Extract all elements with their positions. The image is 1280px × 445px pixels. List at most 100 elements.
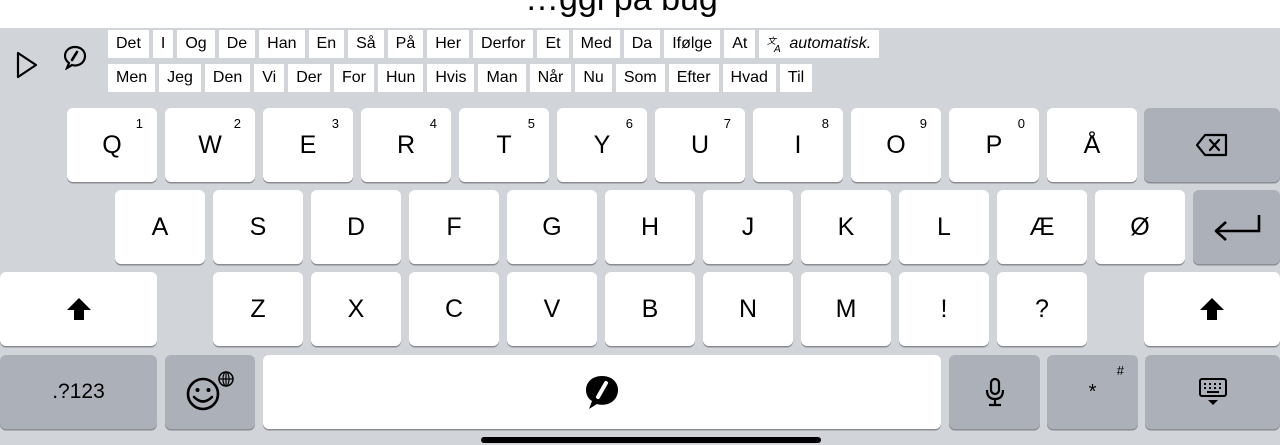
key-label: O	[886, 130, 906, 159]
keyboard-hide-icon	[1198, 377, 1228, 407]
key-k[interactable]: K	[801, 190, 891, 264]
key-m[interactable]: M	[801, 272, 891, 346]
key-n[interactable]: N	[703, 272, 793, 346]
prediction-chip[interactable]: Når	[529, 64, 572, 92]
key-o[interactable]: O9	[851, 108, 941, 182]
prediction-chip[interactable]: For	[334, 64, 374, 92]
emoji-globe-icon	[183, 370, 237, 414]
key-label: H	[640, 212, 660, 241]
shift-key-left[interactable]	[0, 272, 157, 346]
prediction-chip[interactable]: Med	[572, 30, 620, 58]
prediction-chip[interactable]: Da	[623, 30, 661, 58]
key-i[interactable]: I8	[753, 108, 843, 182]
prediction-chip[interactable]: Så	[348, 30, 384, 58]
prediction-chip[interactable]: Til	[779, 64, 813, 92]
backspace-key[interactable]	[1144, 108, 1280, 182]
key-b[interactable]: B	[605, 272, 695, 346]
prediction-chip[interactable]: Efter	[668, 64, 719, 92]
prediction-bar: Det I Og De Han En Så På Her Derfor Et Med Da Ifølge A…	[0, 28, 1280, 98]
prediction-chip[interactable]: Den	[204, 64, 251, 92]
prediction-chip[interactable]: Hun	[378, 64, 424, 92]
key-f[interactable]: F	[409, 190, 499, 264]
key-l[interactable]: L	[899, 190, 989, 264]
key-ø[interactable]: Ø	[1095, 190, 1185, 264]
prediction-chip[interactable]: Som	[615, 64, 665, 92]
prediction-chip[interactable]: Vi	[254, 64, 285, 92]
emoji-key[interactable]	[165, 355, 255, 429]
prediction-chip[interactable]: Der	[288, 64, 330, 92]
prediction-chip[interactable]: At	[724, 30, 756, 58]
key-v[interactable]: V	[507, 272, 597, 346]
numbers-key[interactable]: .?123	[0, 355, 157, 429]
key-s[interactable]: S	[213, 190, 303, 264]
microphone-key[interactable]	[949, 355, 1040, 429]
symbols-key[interactable]: * #	[1047, 355, 1138, 429]
prediction-chip[interactable]: De	[218, 30, 256, 58]
speech-bubble-icon[interactable]	[60, 42, 90, 72]
key-label: X	[347, 294, 365, 323]
key-y[interactable]: Y6	[557, 108, 647, 182]
key-d[interactable]: D	[311, 190, 401, 264]
key-t[interactable]: T5	[459, 108, 549, 182]
key-label: K	[837, 212, 855, 241]
key-secondary-label: 7	[723, 116, 731, 131]
prediction-chip[interactable]: Og	[177, 30, 215, 58]
key-q[interactable]: Q1	[67, 108, 157, 182]
key-r[interactable]: R4	[361, 108, 451, 182]
microphone-icon	[983, 377, 1007, 407]
prediction-chip[interactable]: I	[152, 30, 174, 58]
key-label: Q	[102, 130, 122, 159]
prediction-chip[interactable]: Her	[427, 30, 470, 58]
key-å[interactable]: Å	[1047, 108, 1137, 182]
shift-icon	[66, 297, 92, 321]
prediction-chip[interactable]: Men	[108, 64, 156, 92]
key-label: Z	[250, 294, 266, 323]
shift-key-right[interactable]	[1144, 272, 1280, 346]
key-g[interactable]: G	[507, 190, 597, 264]
return-key[interactable]	[1193, 190, 1280, 264]
speech-bubble-icon	[582, 372, 622, 412]
key-e[interactable]: E3	[263, 108, 353, 182]
auto-translate-chip[interactable]: 文 Aautomatisk.	[759, 30, 880, 58]
key-æ[interactable]: Æ	[997, 190, 1087, 264]
prediction-chip[interactable]: På	[387, 30, 424, 58]
space-key[interactable]	[263, 355, 941, 429]
key-label: Æ	[1029, 212, 1055, 241]
key-label: T	[496, 130, 512, 159]
key-u[interactable]: U7	[655, 108, 745, 182]
play-icon[interactable]	[10, 48, 44, 82]
key-secondary-label: 0	[1017, 116, 1025, 131]
key-a[interactable]: A	[115, 190, 205, 264]
key-h[interactable]: H	[605, 190, 695, 264]
prediction-chip[interactable]: Derfor	[473, 30, 534, 58]
prediction-chip[interactable]: Et	[537, 30, 569, 58]
key-z[interactable]: Z	[213, 272, 303, 346]
key-label: A	[151, 212, 169, 241]
prediction-chip[interactable]: Hvis	[427, 64, 475, 92]
key-secondary-label: 1	[135, 116, 143, 131]
prediction-chip[interactable]: En	[308, 30, 345, 58]
prediction-chip[interactable]: Man	[478, 64, 526, 92]
key-label: *	[1088, 380, 1097, 403]
key-question[interactable]: ?	[997, 272, 1087, 346]
prediction-chip[interactable]: Nu	[575, 64, 612, 92]
key-p[interactable]: P0	[949, 108, 1039, 182]
translate-icon: 文A	[767, 35, 785, 53]
prediction-chip[interactable]: Hvad	[722, 64, 776, 92]
prediction-chip[interactable]: Jeg	[159, 64, 201, 92]
prediction-chip[interactable]: Det	[108, 30, 149, 58]
text-area: …ggi pa bug	[0, 0, 1280, 28]
prediction-chip[interactable]: Ifølge	[664, 30, 721, 58]
key-exclamation[interactable]: !	[899, 272, 989, 346]
key-label: V	[543, 294, 561, 323]
key-label: E	[299, 130, 317, 159]
keyboard-hide-key[interactable]	[1145, 355, 1280, 429]
key-w[interactable]: W2	[165, 108, 255, 182]
key-secondary-label: 8	[821, 116, 829, 131]
key-secondary-label: #	[1116, 363, 1124, 378]
key-j[interactable]: J	[703, 190, 793, 264]
key-x[interactable]: X	[311, 272, 401, 346]
shift-icon	[1199, 297, 1225, 321]
key-c[interactable]: C	[409, 272, 499, 346]
prediction-chip[interactable]: Han	[259, 30, 305, 58]
